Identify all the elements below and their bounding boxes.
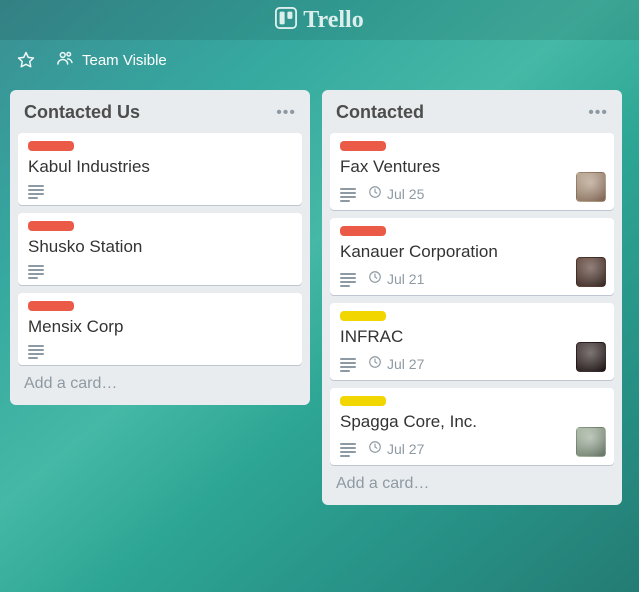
card[interactable]: Kanauer Corporation Jul 21	[330, 218, 614, 295]
description-icon	[28, 185, 44, 197]
due-date-text: Jul 27	[387, 441, 424, 457]
member-avatar[interactable]	[576, 342, 606, 372]
board-bar: Team Visible	[0, 40, 639, 80]
clock-icon	[368, 270, 382, 287]
card-title: Kanauer Corporation	[340, 242, 604, 262]
list-menu-icon[interactable]: •••	[588, 105, 608, 121]
cards: Fax Ventures Jul 25 Kanauer Corporation	[330, 133, 614, 465]
description-icon	[340, 273, 356, 285]
card-meta: Jul 25	[340, 185, 604, 202]
description-icon	[28, 345, 44, 357]
card[interactable]: Mensix Corp	[18, 293, 302, 365]
card-label-chip[interactable]	[28, 301, 74, 311]
due-date: Jul 21	[368, 270, 424, 287]
card-title: Spagga Core, Inc.	[340, 412, 604, 432]
visibility-button[interactable]: Team Visible	[56, 49, 167, 71]
trello-mark-icon	[275, 7, 297, 34]
description-icon	[340, 358, 356, 370]
logo: Trello	[275, 7, 363, 34]
card-title: Shusko Station	[28, 237, 292, 257]
card[interactable]: Shusko Station	[18, 213, 302, 285]
card-label-chip[interactable]	[340, 141, 386, 151]
due-date: Jul 27	[368, 355, 424, 372]
card-label-chip[interactable]	[28, 221, 74, 231]
card-meta: Jul 27	[340, 440, 604, 457]
member-avatar[interactable]	[576, 427, 606, 457]
app-header: Trello	[0, 0, 639, 40]
card[interactable]: Kabul Industries	[18, 133, 302, 205]
card-title: Kabul Industries	[28, 157, 292, 177]
card-label-chip[interactable]	[28, 141, 74, 151]
list-menu-icon[interactable]: •••	[276, 105, 296, 121]
list-header: Contacted •••	[330, 98, 614, 133]
card-label-chip[interactable]	[340, 226, 386, 236]
card-title: INFRAC	[340, 327, 604, 347]
list-title[interactable]: Contacted Us	[24, 102, 140, 123]
clock-icon	[368, 355, 382, 372]
card[interactable]: Fax Ventures Jul 25	[330, 133, 614, 210]
lists-container: Contacted Us ••• Kabul Industries Shusko…	[0, 80, 639, 515]
card[interactable]: INFRAC Jul 27	[330, 303, 614, 380]
add-card-button[interactable]: Add a card…	[18, 365, 302, 397]
description-icon	[340, 188, 356, 200]
visibility-label: Team Visible	[82, 52, 167, 69]
card-title: Mensix Corp	[28, 317, 292, 337]
card-label-chip[interactable]	[340, 396, 386, 406]
description-icon	[340, 443, 356, 455]
description-icon	[28, 265, 44, 277]
due-date-text: Jul 27	[387, 356, 424, 372]
add-card-button[interactable]: Add a card…	[330, 465, 614, 497]
card-meta	[28, 265, 292, 277]
list: Contacted Us ••• Kabul Industries Shusko…	[10, 90, 310, 405]
due-date: Jul 27	[368, 440, 424, 457]
card-label-chip[interactable]	[340, 311, 386, 321]
member-avatar[interactable]	[576, 257, 606, 287]
card-meta	[28, 345, 292, 357]
clock-icon	[368, 440, 382, 457]
card-title: Fax Ventures	[340, 157, 604, 177]
people-icon	[56, 49, 74, 71]
card-meta: Jul 27	[340, 355, 604, 372]
list-header: Contacted Us •••	[18, 98, 302, 133]
list: Contacted ••• Fax Ventures Jul 25	[322, 90, 622, 505]
due-date-text: Jul 25	[387, 186, 424, 202]
due-date-text: Jul 21	[387, 271, 424, 287]
list-title[interactable]: Contacted	[336, 102, 424, 123]
due-date: Jul 25	[368, 185, 424, 202]
star-icon[interactable]	[14, 48, 38, 72]
cards: Kabul Industries Shusko Station Mensix C…	[18, 133, 302, 365]
logo-text: Trello	[303, 7, 363, 34]
card[interactable]: Spagga Core, Inc. Jul 27	[330, 388, 614, 465]
card-meta	[28, 185, 292, 197]
member-avatar[interactable]	[576, 172, 606, 202]
clock-icon	[368, 185, 382, 202]
card-meta: Jul 21	[340, 270, 604, 287]
